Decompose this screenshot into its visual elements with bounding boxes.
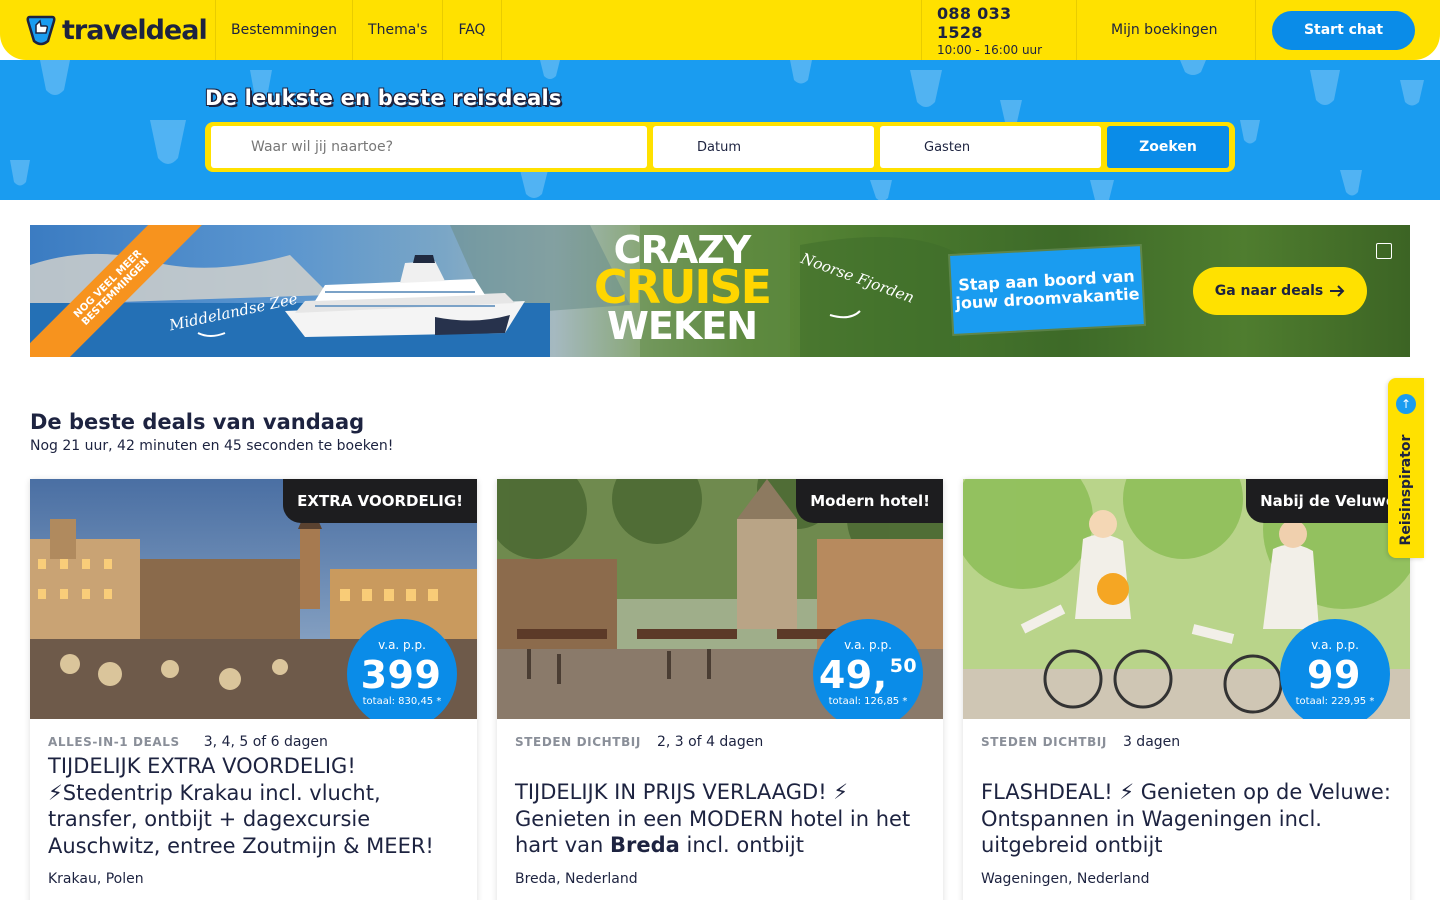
guests-field[interactable]: Gasten: [880, 126, 1101, 168]
deal-title[interactable]: FLASHDEAL! ⚡ Genieten op de Veluwe: Onts…: [981, 779, 1396, 859]
price-amount: 49, 50: [818, 653, 918, 697]
go-to-deals-label: Ga naar deals: [1214, 283, 1324, 299]
go-to-deals-button[interactable]: Ga naar deals: [1193, 267, 1367, 315]
chat-wrap: Start chat: [1256, 0, 1440, 60]
deal-image: Modern hotel! v.a. p.p. 49, 50 totaal: 12…: [497, 479, 943, 719]
reisinspirator-label: Reisinspirator: [1398, 434, 1414, 546]
section-title: De beste deals van vandaag: [30, 410, 365, 434]
hero-title: De leukste en beste reisdeals: [205, 86, 562, 110]
price-label: v.a. p.p.: [378, 638, 426, 652]
header-spacer: [502, 0, 921, 60]
thumbs-up-logo-icon: [26, 15, 56, 46]
my-bookings-label: Mijn boekingen: [1111, 22, 1218, 38]
deal-category: STEDEN DICHTBIJ: [515, 735, 641, 749]
deal-tag: EXTRA VOORDELIG!: [283, 479, 477, 523]
deal-tag: Modern hotel!: [796, 479, 943, 523]
deal-duration: 3 dagen: [1122, 734, 1181, 750]
deal-image: Nabij de Veluwe v.a. p.p. 99 totaal: 229…: [963, 479, 1410, 719]
price-badge: v.a. p.p. 399 totaal: 830,45 *: [347, 619, 457, 719]
deal-tag: Nabij de Veluwe: [1246, 479, 1410, 523]
deal-location: Wageningen, Nederland: [981, 871, 1150, 887]
price-total: totaal: 830,45 *: [362, 696, 442, 707]
nav-bestemmingen[interactable]: Bestemmingen: [215, 0, 352, 60]
arrow-up-icon: ↑: [1396, 394, 1416, 414]
board-message: Stap aan boord van jouw droomvakantie: [950, 246, 1144, 334]
deal-title[interactable]: TIJDELIJK IN PRIJS VERLAAGD! ⚡ Genieten …: [515, 779, 930, 859]
deal-category: STEDEN DICHTBIJ: [981, 735, 1107, 749]
crazy-cruise-weken-headline: CRAZY CRUISE WEKEN: [582, 231, 782, 348]
price-total: totaal: 126,85 *: [828, 696, 908, 707]
deal-location: Krakau, Polen: [48, 871, 144, 887]
start-chat-button[interactable]: Start chat: [1272, 10, 1415, 50]
date-label: Datum: [697, 139, 741, 155]
deal-duration: 3, 4, 5 of 6 dagen: [203, 734, 328, 750]
headline-line-3: WEKEN: [606, 303, 758, 348]
brand-name: traveldeal: [62, 14, 208, 46]
deal-meta: STEDEN DICHTBIJ 2, 3 of 4 dagen: [515, 734, 763, 750]
price-label: v.a. p.p.: [1311, 638, 1359, 652]
deal-location: Breda, Nederland: [515, 871, 638, 887]
deal-image: EXTRA VOORDELIG! v.a. p.p. 399 totaal: 8…: [30, 479, 477, 719]
deal-duration: 2, 3 of 4 dagen: [656, 734, 764, 750]
deal-category: ALLES-IN-1 DEALS: [48, 735, 180, 749]
price-label: v.a. p.p.: [844, 638, 892, 652]
deal-meta: STEDEN DICHTBIJ 3 dagen: [981, 734, 1180, 750]
hero-search: De leukste en beste reisdeals Waar wil j…: [0, 60, 1440, 200]
opening-hours: 10:00 - 16:00 uur: [937, 42, 1043, 57]
phone-number: 088 033 1528: [937, 3, 1012, 42]
price-amount: 399: [360, 653, 442, 697]
price-badge: v.a. p.p. 49, 50 totaal: 126,85 *: [813, 619, 923, 719]
arrow-right-icon: [1330, 285, 1345, 297]
search-button[interactable]: Zoeken: [1107, 126, 1229, 168]
deal-card-wageningen[interactable]: Nabij de Veluwe v.a. p.p. 99 totaal: 229…: [963, 479, 1410, 900]
date-field[interactable]: Datum: [653, 126, 874, 168]
deal-meta: ALLES-IN-1 DEALS 3, 4, 5 of 6 dagen: [48, 734, 328, 750]
destination-field[interactable]: Waar wil jij naartoe?: [211, 126, 647, 168]
deal-title[interactable]: TIJDELIJK EXTRA VOORDELIG! ⚡Stedentrip K…: [48, 753, 463, 859]
countdown-text: Nog 21 uur, 42 minuten en 45 seconden te…: [30, 438, 394, 454]
close-icon[interactable]: [1376, 243, 1392, 259]
phone-block[interactable]: 088 033 1528 10:00 - 16:00 uur: [921, 0, 1076, 60]
deal-card-breda[interactable]: Modern hotel! v.a. p.p. 49, 50 totaal: 12…: [497, 479, 943, 900]
my-bookings-link[interactable]: Mijn boekingen: [1076, 0, 1256, 60]
search-bar: Waar wil jij naartoe? Datum Gasten Zoeke…: [205, 122, 1235, 172]
site-header: traveldeal Bestemmingen Thema's FAQ 088 …: [0, 0, 1440, 60]
nav-themas[interactable]: Thema's: [352, 0, 442, 60]
price-badge: v.a. p.p. 99 totaal: 229,95 *: [1280, 619, 1390, 719]
guests-label: Gasten: [924, 139, 971, 155]
price-amount: 99: [1307, 653, 1361, 697]
nav-faq[interactable]: FAQ: [442, 0, 502, 60]
deal-card-krakau[interactable]: EXTRA VOORDELIG! v.a. p.p. 399 totaal: 8…: [30, 479, 477, 900]
destination-placeholder: Waar wil jij naartoe?: [251, 139, 393, 155]
headline-line-2: CRUISE: [593, 260, 772, 315]
logo[interactable]: traveldeal: [0, 0, 215, 60]
reisinspirator-tab[interactable]: ↑ Reisinspirator: [1388, 378, 1424, 558]
cruise-promo-banner[interactable]: NOG VEEL MEER BESTEMMINGEN Middelandse Z…: [30, 225, 1410, 357]
price-total: totaal: 229,95 *: [1295, 696, 1375, 707]
